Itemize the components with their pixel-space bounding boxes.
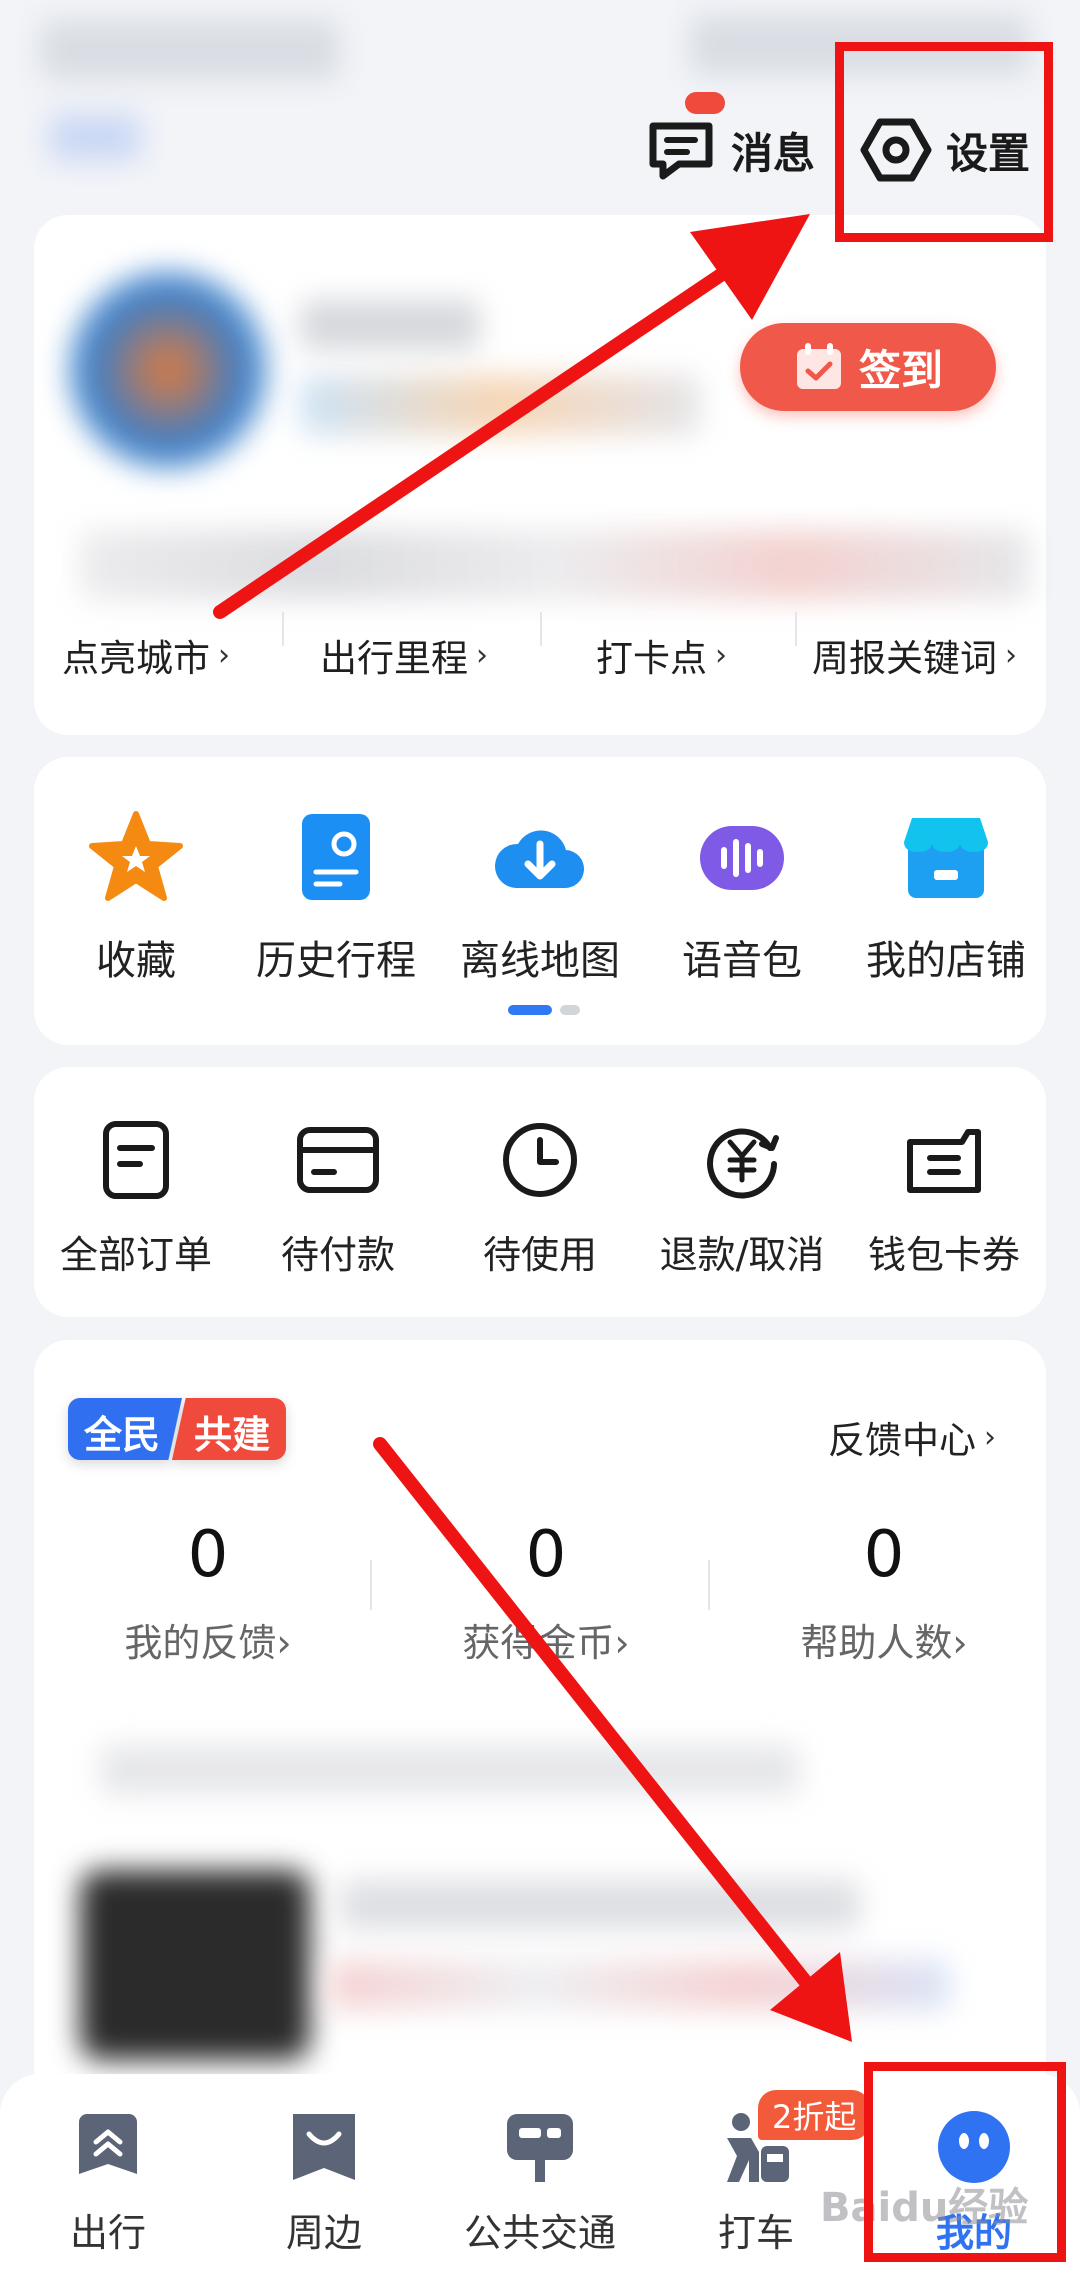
arrow-to-mine-tab	[373, 1437, 852, 2042]
annotation-arrows	[213, 214, 852, 2042]
arrow-to-settings	[213, 214, 810, 619]
